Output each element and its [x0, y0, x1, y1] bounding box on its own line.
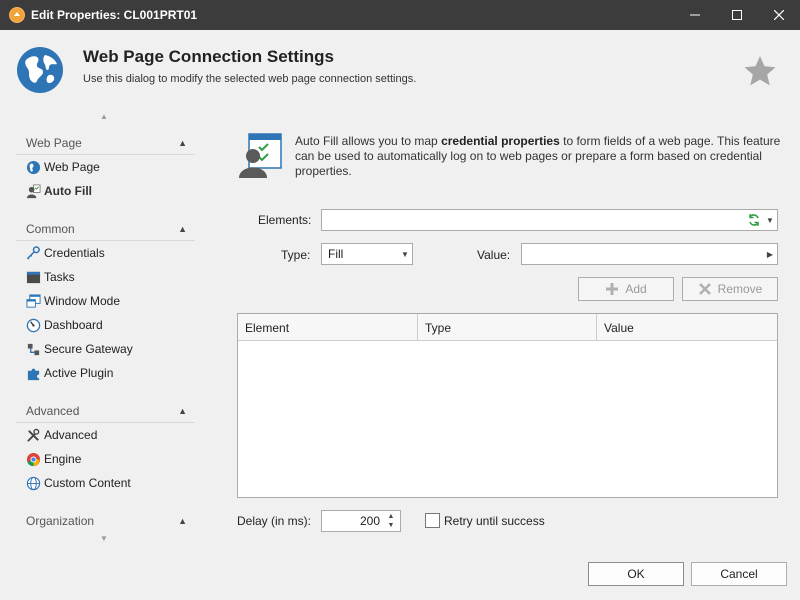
- window-icon: [25, 293, 41, 309]
- sidebar-item-secure-gateway[interactable]: Secure Gateway: [16, 337, 195, 361]
- page-title: Web Page Connection Settings: [83, 47, 334, 66]
- scroll-down-icon[interactable]: ▼: [100, 534, 108, 543]
- minimize-button[interactable]: [674, 0, 716, 30]
- auto-fill-grid[interactable]: Element Type Value: [237, 313, 778, 498]
- ok-button[interactable]: OK: [588, 562, 684, 586]
- sidebar-item-label: Active Plugin: [44, 366, 114, 380]
- sidebar-item-label: Advanced: [44, 428, 98, 442]
- sidebar-item-web-page[interactable]: Web Page: [16, 155, 195, 179]
- scroll-up-icon[interactable]: ▲: [100, 112, 108, 121]
- remove-button[interactable]: Remove: [682, 277, 778, 301]
- app-icon: [9, 7, 25, 23]
- type-select[interactable]: Fill ▼: [321, 243, 413, 265]
- gateway-icon: [25, 341, 41, 357]
- sidebar-item-dashboard[interactable]: Dashboard: [16, 313, 195, 337]
- globe-icon: [17, 47, 63, 93]
- web-content-icon: [25, 475, 41, 491]
- sidebar-item-active-plugin[interactable]: Active Plugin: [16, 361, 195, 385]
- chevron-down-icon: ▼: [401, 249, 409, 259]
- sidebar-item-label: Web Page: [44, 160, 100, 174]
- column-header-value[interactable]: Value: [597, 314, 777, 341]
- column-header-type[interactable]: Type: [418, 314, 597, 341]
- nav-group-organization: Organization ▲: [16, 509, 195, 533]
- column-header-element[interactable]: Element: [238, 314, 418, 341]
- close-button[interactable]: [758, 0, 800, 30]
- title-bar: Edit Properties: CL001PRT01: [0, 0, 800, 30]
- close-icon: [698, 282, 712, 296]
- nav-group-label: Common: [26, 221, 75, 236]
- retry-checkbox[interactable]: [425, 513, 440, 528]
- sidebar-item-label: Auto Fill: [44, 184, 92, 198]
- description-text: Auto Fill allows you to map credential p…: [295, 134, 781, 178]
- autofill-icon: [239, 133, 282, 178]
- sidebar-nav: ▲ Web Page ▲ Web Page Auto Fill Common ▲: [16, 110, 196, 550]
- sidebar-item-tasks[interactable]: Tasks: [16, 265, 195, 289]
- nav-group-advanced: Advanced ▲ Advanced Engine Custom Conten…: [16, 399, 195, 495]
- elements-label: Elements:: [258, 213, 312, 227]
- sidebar-item-window-mode[interactable]: Window Mode: [16, 289, 195, 313]
- chevron-up-icon: ▲: [178, 137, 187, 148]
- sidebar-item-engine[interactable]: Engine: [16, 447, 195, 471]
- tasks-icon: [25, 269, 41, 285]
- sidebar-item-label: Dashboard: [44, 318, 103, 332]
- tools-icon: [25, 427, 41, 443]
- nav-group-web-page: Web Page ▲ Web Page Auto Fill: [16, 131, 195, 203]
- cancel-button[interactable]: Cancel: [691, 562, 787, 586]
- close-icon: [774, 10, 784, 20]
- sidebar-item-custom-content[interactable]: Custom Content: [16, 471, 195, 495]
- page-subtitle: Use this dialog to modify the selected w…: [83, 73, 417, 85]
- auto-fill-panel: Auto Fill allows you to map credential p…: [237, 110, 780, 550]
- nav-group-common: Common ▲ Credentials Tasks Window Mode D…: [16, 217, 195, 385]
- nav-group-header-web-page[interactable]: Web Page ▲: [16, 131, 195, 155]
- sidebar-item-credentials[interactable]: Credentials: [16, 241, 195, 265]
- elements-field[interactable]: ▼: [321, 209, 778, 231]
- grid-header: Element Type Value: [238, 314, 777, 341]
- key-icon: [25, 245, 41, 261]
- sidebar-item-label: Tasks: [44, 270, 75, 284]
- sidebar-item-advanced[interactable]: Advanced: [16, 423, 195, 447]
- sidebar-item-label: Engine: [44, 452, 82, 466]
- window-title: Edit Properties: CL001PRT01: [31, 8, 198, 22]
- chevron-up-icon: ▲: [178, 223, 187, 234]
- chevron-right-icon[interactable]: ▶: [763, 250, 777, 259]
- nav-group-label: Organization: [26, 514, 95, 528]
- value-field[interactable]: ▶: [521, 243, 778, 265]
- nav-group-label: Web Page: [26, 135, 82, 150]
- dialog-header: Web Page Connection Settings Use this di…: [0, 30, 800, 110]
- type-label: Type:: [281, 248, 311, 262]
- plugin-icon: [25, 365, 41, 381]
- sidebar-item-label: Window Mode: [44, 294, 121, 308]
- minimize-icon: [690, 14, 700, 16]
- autofill-icon: [25, 183, 41, 199]
- maximize-icon: [732, 10, 742, 20]
- sidebar-item-label: Credentials: [44, 246, 105, 260]
- value-label: Value:: [477, 248, 511, 262]
- chevron-up-icon: ▲: [178, 405, 187, 416]
- sidebar-item-label: Custom Content: [44, 476, 131, 490]
- nav-group-header-common[interactable]: Common ▲: [16, 217, 195, 241]
- chevron-down-icon[interactable]: ▼: [763, 216, 777, 225]
- retry-label[interactable]: Retry until success: [444, 514, 545, 528]
- spinner-arrows-icon[interactable]: ▲ ▼: [384, 511, 398, 531]
- chrome-icon: [25, 451, 41, 467]
- add-button[interactable]: Add: [578, 277, 674, 301]
- nav-group-header-organization[interactable]: Organization ▲: [16, 509, 195, 533]
- star-icon[interactable]: [743, 54, 777, 88]
- dashboard-icon: [25, 317, 41, 333]
- plus-icon: [605, 282, 619, 296]
- refresh-icon[interactable]: [745, 213, 763, 227]
- nav-group-header-advanced[interactable]: Advanced ▲: [16, 399, 195, 423]
- nav-group-label: Advanced: [26, 403, 80, 418]
- sidebar-item-auto-fill[interactable]: Auto Fill: [16, 179, 195, 203]
- delay-label: Delay (in ms):: [237, 514, 312, 528]
- chevron-up-icon: ▲: [178, 516, 187, 526]
- sidebar-item-label: Secure Gateway: [44, 342, 133, 356]
- globe-icon: [25, 159, 41, 175]
- delay-stepper[interactable]: 200 ▲ ▼: [321, 510, 401, 532]
- maximize-button[interactable]: [716, 0, 758, 30]
